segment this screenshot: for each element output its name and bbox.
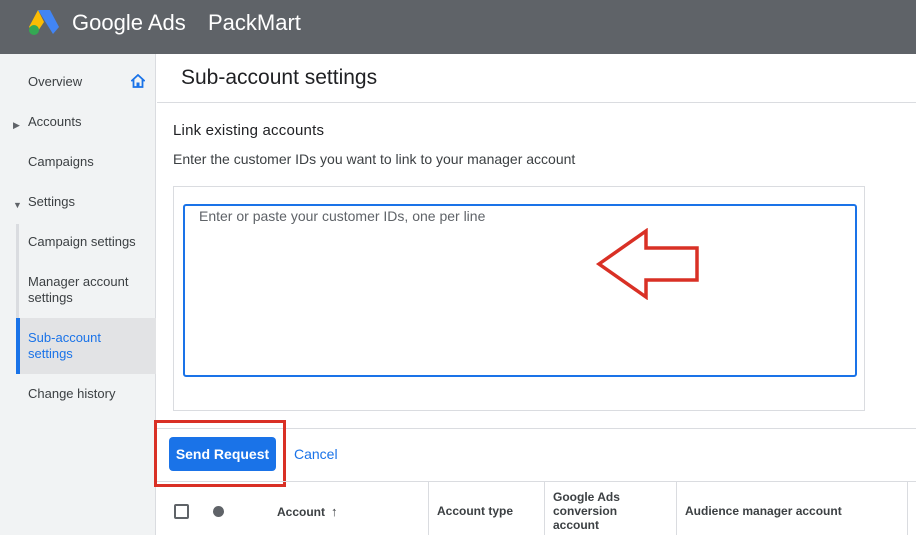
home-icon — [131, 74, 145, 88]
column-header-conversion-account[interactable]: Google Ads conversion account — [553, 490, 663, 532]
select-all-checkbox[interactable] — [174, 504, 189, 519]
active-item-indicator — [16, 318, 20, 374]
caret-down-icon: ▼ — [13, 200, 22, 210]
status-dot-icon — [213, 506, 224, 517]
sort-arrow-up-icon: ↑ — [331, 504, 338, 519]
section-title: Link existing accounts — [173, 122, 325, 139]
product-name: Google Ads — [72, 10, 186, 35]
sidebar-item-label: Campaigns — [28, 154, 94, 169]
red-arrow-annotation-icon — [595, 228, 699, 300]
column-header-audience-manager[interactable]: Audience manager account — [685, 504, 842, 518]
sidebar-item-label: Campaign settings — [28, 234, 136, 249]
input-card — [173, 186, 865, 411]
page-title: Sub-account settings — [181, 66, 378, 89]
google-ads-logo-icon[interactable] — [28, 8, 60, 36]
divider — [157, 102, 916, 103]
customer-ids-input[interactable] — [183, 204, 857, 377]
section-description: Enter the customer IDs you want to link … — [173, 151, 576, 167]
sidebar-item-label: Change history — [28, 386, 116, 401]
account-name[interactable]: PackMart — [208, 10, 301, 36]
caret-right-icon: ▶ — [13, 120, 20, 130]
sidebar-item-label: Sub-account settings — [28, 330, 101, 361]
column-header-account[interactable]: Account ↑ — [277, 504, 338, 519]
cancel-button[interactable]: Cancel — [294, 446, 338, 462]
top-app-bar: Google Ads PackMart — [0, 0, 916, 54]
sidebar: Overview ▶ Accounts Campaigns ▼ Settings… — [0, 54, 156, 535]
column-header-account-type[interactable]: Account type — [437, 504, 513, 518]
main-content: Sub-account settings Link existing accou… — [154, 54, 916, 535]
sidebar-item-label: Accounts — [28, 114, 82, 129]
sidebar-item-label: Overview — [28, 74, 83, 89]
sidebar-item-label: Manager account settings — [28, 274, 129, 305]
sidebar-item-label: Settings — [28, 194, 75, 209]
table-header: Account ↑ Account type Google Ads convers… — [157, 482, 916, 535]
red-highlight-annotation — [154, 420, 286, 487]
column-header-label: Account — [277, 505, 325, 519]
